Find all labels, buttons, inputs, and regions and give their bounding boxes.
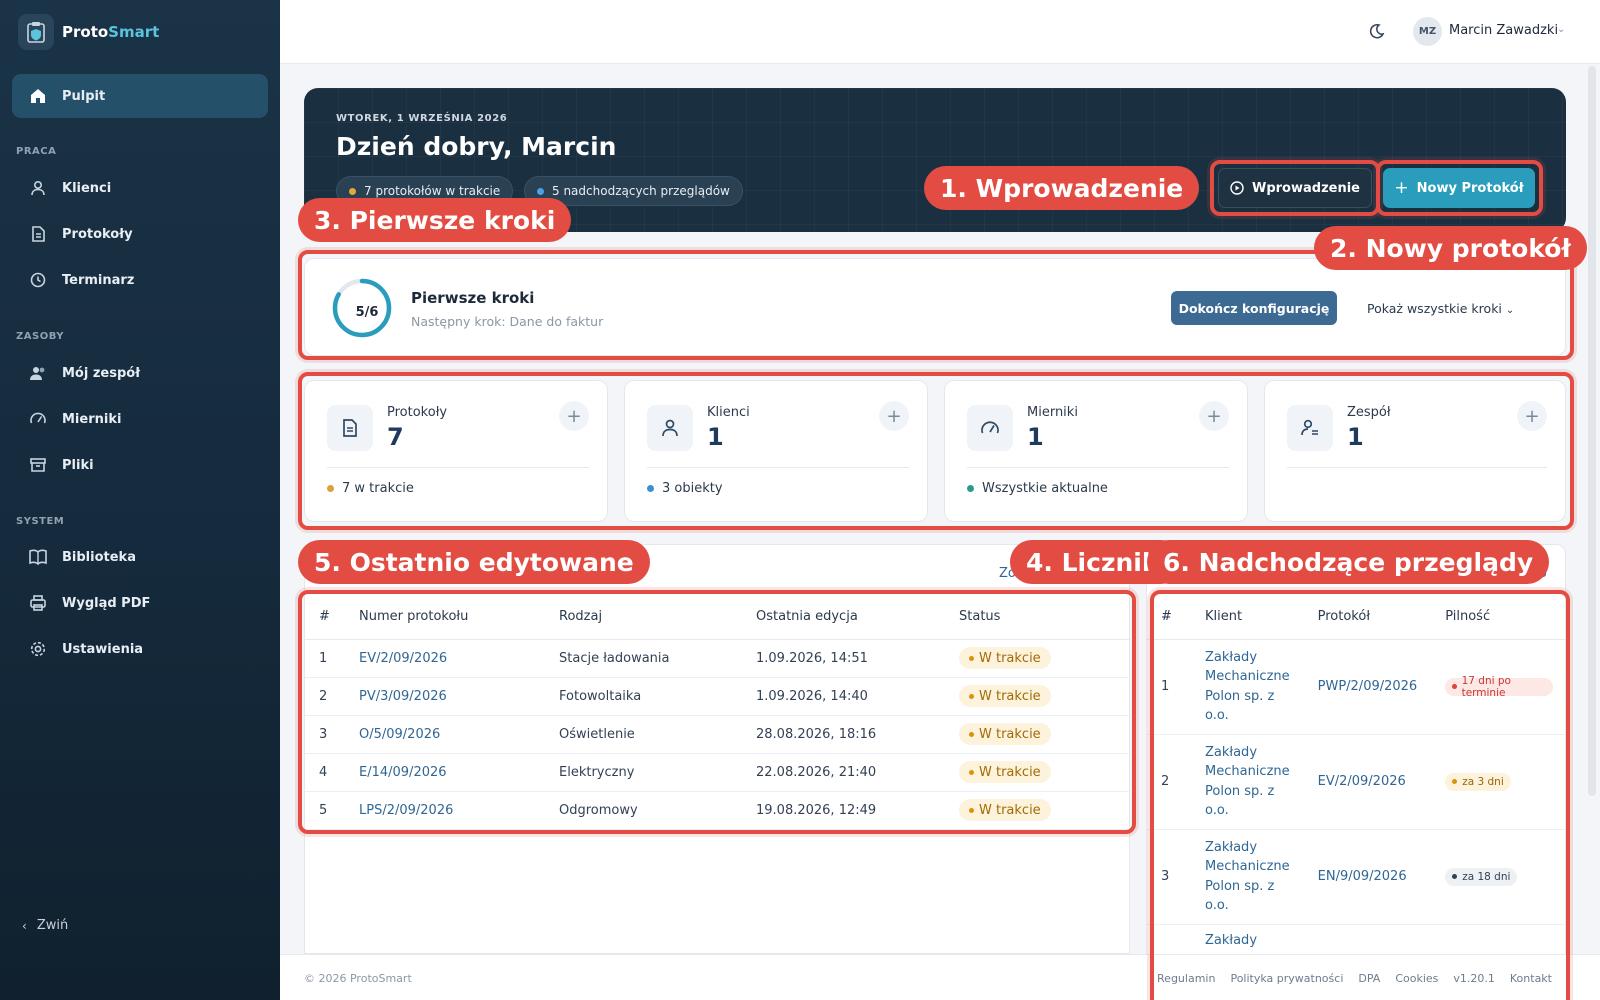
sidebar-item-label: Pliki — [62, 457, 94, 473]
document-icon — [28, 224, 48, 244]
archive-icon — [28, 455, 48, 475]
sidebar-item-label: Mój zespół — [62, 365, 141, 381]
greeting-title: Dzień dobry, Marcin — [336, 132, 617, 161]
sidebar-item-ustawienia[interactable]: Ustawienia — [12, 629, 268, 669]
annotation-box-new-protocol — [1376, 160, 1543, 216]
chevron-down-icon[interactable]: ⌄ — [1557, 24, 1565, 35]
annotation-box-counters — [298, 372, 1574, 530]
sidebar-item-label: Terminarz — [62, 272, 135, 288]
sidebar-item-label: Pulpit — [62, 88, 106, 104]
sidebar-item-terminarz[interactable]: Terminarz — [12, 260, 268, 300]
sidebar-item-label: Klienci — [62, 180, 112, 196]
status-dot — [537, 187, 544, 195]
sidebar-item-pliki[interactable]: Pliki — [12, 445, 268, 485]
sidebar-item-label: Biblioteka — [62, 549, 136, 565]
chevron-left-icon: ‹ — [22, 918, 27, 933]
pill-label: 7 protokołów w trakcie — [364, 184, 501, 198]
gear-icon — [28, 639, 48, 659]
section-label-system: SYSTEM — [16, 516, 65, 527]
collapse-label: Zwiń — [36, 918, 69, 933]
section-label-resources: ZASOBY — [16, 331, 65, 342]
user-icon — [28, 178, 48, 198]
annotation-box-recent — [298, 590, 1136, 834]
sidebar-item-label: Wygląd PDF — [62, 595, 151, 611]
annotation-label-recent: 5. Ostatnio edytowane — [298, 540, 650, 584]
sidebar-item-moj-zespol[interactable]: Mój zespół — [12, 353, 268, 393]
gauge-icon — [28, 409, 48, 429]
sidebar-item-pulpit[interactable]: Pulpit — [12, 74, 268, 118]
theme-toggle-moon-icon[interactable] — [1368, 22, 1386, 40]
users-icon — [28, 363, 48, 383]
brand-logo[interactable]: ProtoSmart — [18, 14, 159, 50]
sidebar-item-label: Mierniki — [62, 411, 122, 427]
avatar[interactable]: MZ — [1413, 17, 1442, 46]
sidebar-item-protokoly[interactable]: Protokoły — [12, 214, 268, 254]
clock-icon — [28, 270, 48, 290]
pill-label: 5 nadchodzących przeglądów — [552, 184, 730, 198]
sidebar-item-label: Protokoły — [62, 226, 133, 242]
user-menu-name[interactable]: Marcin Zawadzki — [1449, 23, 1558, 38]
book-icon — [28, 547, 48, 567]
sidebar: ProtoSmart Pulpit PRACA Klienci Protokoł… — [0, 0, 280, 1000]
shield-logo-icon — [18, 14, 54, 50]
annotation-label-first-steps: 3. Pierwsze kroki — [298, 198, 572, 242]
annotation-label-upcoming: 6. Nadchodzące przeglądy — [1147, 540, 1550, 584]
sidebar-item-label: Ustawienia — [62, 641, 144, 657]
printer-icon — [28, 593, 48, 613]
sidebar-item-klienci[interactable]: Klienci — [12, 168, 268, 208]
annotation-box-intro — [1210, 160, 1380, 216]
topbar — [280, 0, 1600, 64]
collapse-sidebar-button[interactable]: ‹ Zwiń — [22, 918, 68, 933]
annotation-label-new-protocol: 2. Nowy protokół — [1314, 226, 1587, 270]
current-date: WTOREK, 1 WRZEŚNIA 2026 — [336, 113, 508, 124]
copyright: © 2026 ProtoSmart — [304, 972, 412, 985]
scrollbar[interactable] — [1588, 66, 1596, 796]
sidebar-item-mierniki[interactable]: Mierniki — [12, 399, 268, 439]
annotation-box-upcoming — [1150, 590, 1570, 1000]
sidebar-item-biblioteka[interactable]: Biblioteka — [12, 537, 268, 577]
annotation-label-intro: 1. Wprowadzenie — [924, 166, 1200, 210]
section-label-work: PRACA — [16, 146, 57, 157]
status-dot — [349, 187, 356, 195]
home-icon — [28, 86, 48, 106]
sidebar-item-wyglad-pdf[interactable]: Wygląd PDF — [12, 583, 268, 623]
brand-name: ProtoSmart — [62, 23, 160, 41]
